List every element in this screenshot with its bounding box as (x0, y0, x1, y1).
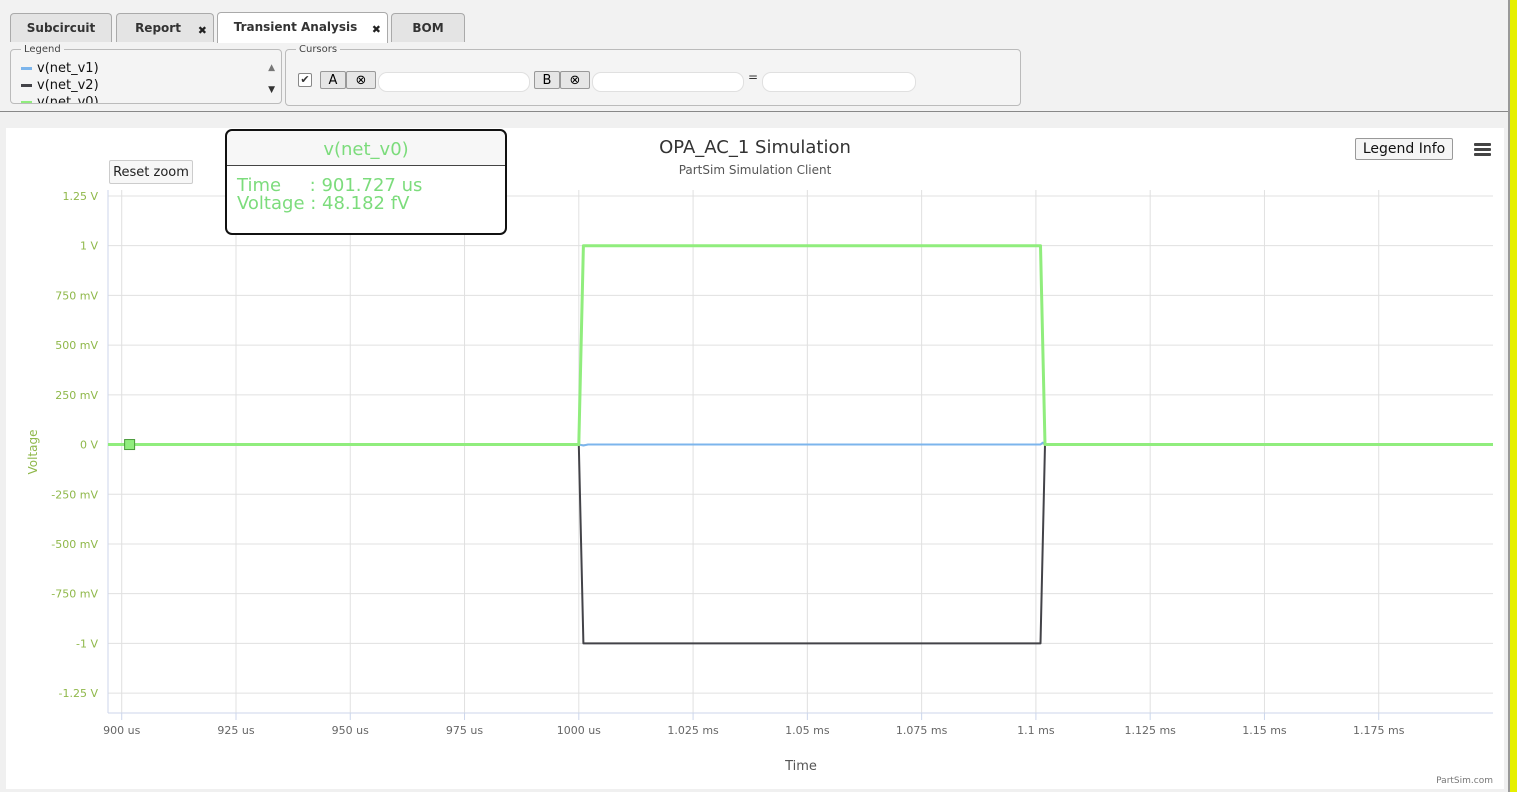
y-tick-label: 250 mV (55, 389, 98, 402)
y-tick-label: -250 mV (51, 488, 98, 501)
x-tick-label: 1.125 ms (1124, 724, 1176, 737)
y-tick-label: 1.25 V (62, 190, 98, 203)
x-tick-label: 1.15 ms (1242, 724, 1287, 737)
y-tick-label: -500 mV (51, 538, 98, 551)
x-tick-label: 1.1 ms (1017, 724, 1055, 737)
reset-zoom-button[interactable]: Reset zoom (109, 160, 193, 184)
chart-subtitle: PartSim Simulation Client (679, 163, 832, 177)
y-tick-label: 0 V (80, 439, 98, 452)
y-tick-label: 500 mV (55, 339, 98, 352)
x-tick-label: 1.075 ms (896, 724, 948, 737)
x-tick-label: 1000 us (557, 724, 601, 737)
x-tick-label: 975 us (446, 724, 483, 737)
x-tick-label: 925 us (217, 724, 254, 737)
x-tick-label: 1.175 ms (1353, 724, 1405, 737)
y-axis-label: Voltage (26, 429, 40, 474)
hover-tooltip: v(net_v0) Time : 901.727 us Voltage : 48… (225, 129, 507, 235)
credit-text[interactable]: PartSim.com (1436, 776, 1493, 786)
chart-menu-icon[interactable] (1467, 136, 1497, 164)
tooltip-series-name: v(net_v0) (227, 131, 505, 166)
window-edge-bar (1510, 0, 1517, 792)
x-tick-label: 1.05 ms (785, 724, 830, 737)
tooltip-voltage: Voltage : 48.182 fV (237, 193, 410, 214)
hover-marker[interactable] (124, 439, 136, 451)
menu-bar (1474, 143, 1491, 146)
menu-bar (1474, 148, 1491, 151)
y-tick-label: 1 V (80, 240, 98, 253)
x-tick-label: 950 us (332, 724, 369, 737)
x-axis-label: Time (784, 759, 817, 774)
chart-svg[interactable]: 1.25 V 1 V 750 mV 500 mV 250 mV 0 V -250 mV -50… (0, 0, 1517, 792)
y-tick-label: 750 mV (55, 289, 98, 302)
y-tick-label: -1 V (76, 637, 98, 650)
x-tick-label: 1.025 ms (667, 724, 719, 737)
y-tick-label: -750 mV (51, 588, 98, 601)
menu-bar (1474, 153, 1491, 156)
x-tick-label: 900 us (103, 724, 140, 737)
legend-info-button[interactable]: Legend Info (1355, 138, 1453, 160)
y-tick-label: -1.25 V (59, 687, 99, 700)
chart-title: OPA_AC_1 Simulation (659, 137, 851, 158)
